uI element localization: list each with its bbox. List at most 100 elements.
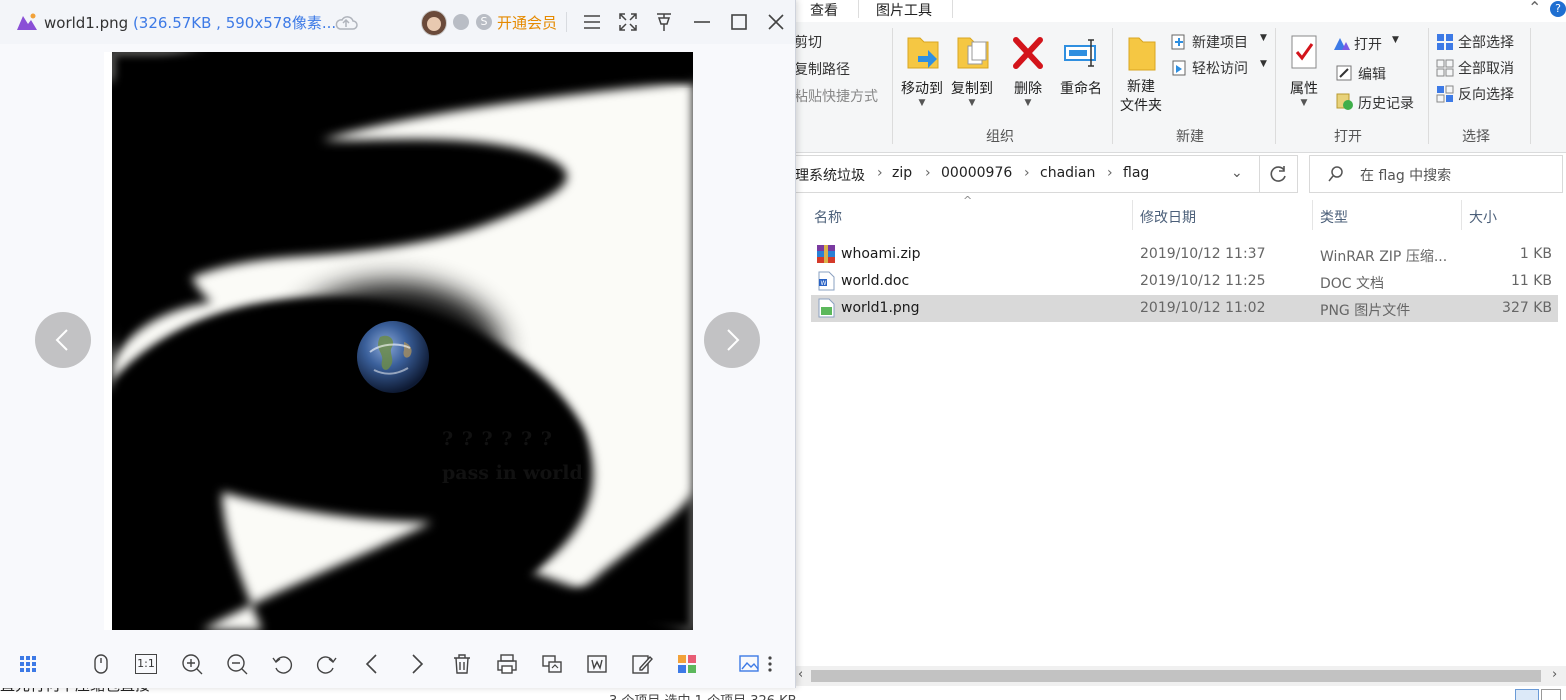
search-box[interactable]: 在 flag 中搜索 <box>1309 155 1563 193</box>
actual-size-button[interactable]: 1:1 <box>135 654 157 674</box>
fullscreen-icon[interactable] <box>616 10 640 34</box>
edit-icon <box>1336 65 1352 81</box>
pin-icon[interactable] <box>652 10 676 34</box>
file-size: 327 KB <box>1502 300 1552 316</box>
image-to-word-icon[interactable] <box>585 652 609 676</box>
next-icon[interactable] <box>405 652 429 676</box>
image-canvas: ? ? ? ? ? ? pass in world <box>112 52 693 630</box>
column-header-date[interactable]: 修改日期 <box>1140 207 1196 227</box>
address-bar[interactable]: 理系统垃圾 › zip › 00000976 › chadian › flag … <box>790 155 1297 193</box>
maximize-icon[interactable] <box>727 10 751 34</box>
search-icon <box>1328 166 1343 182</box>
svg-text:W: W <box>821 280 827 287</box>
scroll-right-icon[interactable]: › <box>1552 667 1557 682</box>
more-apps-icon[interactable] <box>675 652 699 676</box>
zoom-in-icon[interactable] <box>180 652 204 676</box>
wallpaper-icon[interactable] <box>738 652 762 676</box>
new-group-label: 新建 <box>1176 129 1204 145</box>
column-header-name[interactable]: 名称 <box>814 207 842 227</box>
rotate-left-icon[interactable] <box>270 652 294 676</box>
file-row[interactable]: W world.doc 2019/10/12 11:25 DOC 文档 11 K… <box>811 268 1558 295</box>
file-date: 2019/10/12 11:25 <box>1140 273 1266 289</box>
previous-image-button[interactable] <box>35 312 91 368</box>
collapse-ribbon-icon[interactable]: ⌃ <box>1528 0 1541 17</box>
move-to-button[interactable]: 移动到 ▼ <box>898 32 946 108</box>
tab-view[interactable]: 查看 <box>810 0 838 20</box>
properties-button[interactable]: 属性 ▼ <box>1284 32 1324 108</box>
avatar[interactable] <box>421 10 447 36</box>
file-date: 2019/10/12 11:02 <box>1140 300 1266 316</box>
delete-icon[interactable] <box>450 652 474 676</box>
invert-selection-icon <box>1436 85 1454 103</box>
image-caption-pass: pass in world <box>442 462 583 484</box>
properties-icon <box>1291 35 1317 69</box>
search-placeholder: 在 flag 中搜索 <box>1360 168 1452 184</box>
viewer-toolbar: 1:1 <box>0 640 795 688</box>
organize-group-label: 组织 <box>986 129 1014 145</box>
file-row-selected[interactable]: world1.png 2019/10/12 11:02 PNG 图片文件 327… <box>811 295 1558 322</box>
more-options-icon[interactable] <box>764 652 776 676</box>
viewer-titlebar: world1.png (326.57KB , 590x578像素... S 开通… <box>0 0 795 44</box>
copy-path-button[interactable]: 复制路径 <box>794 59 850 79</box>
zoom-out-icon[interactable] <box>225 652 249 676</box>
file-row[interactable]: whoami.zip 2019/10/12 11:37 WinRAR ZIP 压… <box>811 241 1558 268</box>
grid-view-icon[interactable] <box>18 652 42 676</box>
svip-badge-icon: S <box>476 14 492 30</box>
print-icon[interactable] <box>495 652 519 676</box>
help-icon[interactable]: ? <box>1550 1 1566 17</box>
new-folder-button[interactable]: 新建 文件夹 <box>1116 32 1166 116</box>
breadcrumb-item[interactable]: 00000976 <box>941 165 1012 181</box>
rename-button[interactable]: 重命名 <box>1056 32 1106 98</box>
scroll-left-icon[interactable]: ‹ <box>798 667 803 682</box>
ribbon: 剪切 复制路径 粘贴快捷方式 移动到 ▼ 复制到 ▼ 删除 ▼ 重命名 组织 新… <box>790 22 1566 153</box>
breadcrumb-item[interactable]: chadian <box>1040 165 1095 181</box>
image-border <box>104 52 112 630</box>
copy-to-icon <box>957 37 989 69</box>
convert-image-icon[interactable] <box>540 652 564 676</box>
chevron-down-icon[interactable]: ⌄ <box>1231 165 1243 181</box>
next-image-button[interactable] <box>704 312 760 368</box>
close-icon[interactable] <box>764 10 788 34</box>
minimize-icon[interactable] <box>690 10 714 34</box>
tab-picture-tools[interactable]: 图片工具 <box>876 0 932 20</box>
paste-shortcut-button[interactable]: 粘贴快捷方式 <box>794 86 878 106</box>
open-icon <box>1334 38 1350 50</box>
column-header-size[interactable]: 大小 <box>1469 207 1497 227</box>
copy-to-button[interactable]: 复制到 ▼ <box>948 32 996 108</box>
cloud-upload-icon[interactable] <box>334 12 358 32</box>
column-header-type[interactable]: 类型 <box>1320 207 1348 227</box>
select-all-icon <box>1437 34 1453 50</box>
delete-button[interactable]: 删除 ▼ <box>1008 32 1048 108</box>
chevron-left-icon <box>55 329 68 351</box>
new-folder-icon <box>1128 37 1156 71</box>
file-date: 2019/10/12 11:37 <box>1140 246 1266 262</box>
file-type: PNG 图片文件 <box>1320 303 1411 319</box>
image-caption-question: ? ? ? ? ? ? <box>442 428 553 450</box>
breadcrumb-item[interactable]: zip <box>892 165 912 181</box>
sort-up-icon: ^ <box>963 194 973 207</box>
file-type: DOC 文档 <box>1320 276 1385 292</box>
details-view-icon[interactable] <box>1515 689 1539 700</box>
rotate-right-icon[interactable] <box>315 652 339 676</box>
refresh-button[interactable] <box>1259 155 1298 193</box>
doc-file-icon: W <box>818 271 835 291</box>
mouse-mode-icon[interactable] <box>89 652 113 676</box>
breadcrumb-item[interactable]: 理系统垃圾 <box>795 165 865 185</box>
scroll-thumb[interactable] <box>811 670 1541 682</box>
status-bar: 3 个项目 选中 1 个项目 326 KB <box>595 688 1566 700</box>
chevron-right-icon: › <box>1107 165 1113 181</box>
earth-globe <box>357 321 429 393</box>
horizontal-scrollbar[interactable]: ‹ › <box>795 666 1566 686</box>
open-vip-link[interactable]: 开通会员 <box>497 12 557 33</box>
edit-image-icon[interactable] <box>630 652 654 676</box>
large-icons-view-icon[interactable] <box>1541 689 1561 700</box>
cut-button[interactable]: 剪切 <box>794 32 822 52</box>
menu-icon[interactable] <box>580 10 604 34</box>
file-name: world.doc <box>841 273 910 289</box>
open-group-label: 打开 <box>1334 129 1362 145</box>
move-to-icon <box>907 37 939 69</box>
previous-icon[interactable] <box>360 652 384 676</box>
status-text: 3 个项目 选中 1 个项目 326 KB <box>609 690 797 700</box>
image-viewer-window: world1.png (326.57KB , 590x578像素... S 开通… <box>0 0 796 688</box>
breadcrumb-item[interactable]: flag <box>1123 165 1149 181</box>
